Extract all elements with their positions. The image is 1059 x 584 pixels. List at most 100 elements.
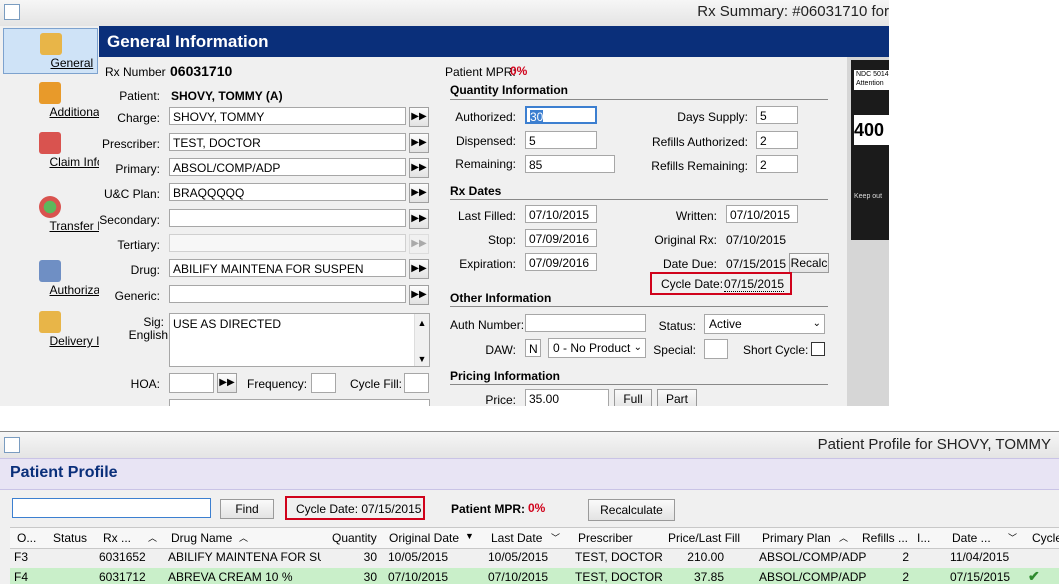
col-date[interactable]: Date ... <box>952 531 991 545</box>
drug-image: NDC 5014 Attention 400 Keep out <box>851 60 889 240</box>
col-status[interactable]: Status <box>53 531 87 545</box>
primary-field[interactable]: ABSOL/COMP/ADP <box>169 158 406 176</box>
nav-transfer-information[interactable]: Transfer Information <box>3 196 157 248</box>
daw-value: 0 - No Product <box>553 341 631 355</box>
status-select[interactable]: Active ⌄ <box>704 314 825 334</box>
tertiary-field[interactable] <box>169 234 406 252</box>
written-field[interactable]: 07/10/2015 <box>726 205 798 223</box>
col-original-date[interactable]: Original Date <box>389 531 459 545</box>
full-button[interactable]: Full <box>614 389 652 406</box>
patient-profile-header: Patient Profile <box>0 458 1059 490</box>
cell-orig-date: 10/05/2015 <box>388 550 449 564</box>
patient-value: SHOVY, TOMMY (A) <box>171 89 283 103</box>
generic-field[interactable] <box>169 285 406 303</box>
cycle-date-value[interactable]: 07/15/2015 <box>724 277 785 292</box>
secondary-lookup-button[interactable]: ▶▶ <box>409 209 429 229</box>
cell-last-date: 10/05/2015 <box>488 550 549 564</box>
col-i[interactable]: I... <box>917 531 930 545</box>
sig-textarea[interactable]: USE AS DIRECTED ▲ ▼ <box>169 313 430 367</box>
charge-lookup-button[interactable]: ▶▶ <box>409 107 429 127</box>
secondary-field[interactable] <box>169 209 406 227</box>
cell-plan: ABSOL/COMP/ADP <box>759 570 867 584</box>
recalculate-button[interactable]: Recalculate <box>588 499 675 521</box>
generic-lookup-button[interactable]: ▶▶ <box>409 285 429 305</box>
last-filled-field[interactable]: 07/10/2015 <box>525 205 597 223</box>
left-navigation: General Additional Claim Information Tra… <box>0 26 157 406</box>
cell-date: 07/15/2015 <box>950 570 1011 584</box>
cycle-fill-label: Cycle Fill: <box>350 377 403 391</box>
hoa-field[interactable] <box>169 373 214 393</box>
hoa-label: HOA: <box>130 377 160 391</box>
prescriber-lookup-button[interactable]: ▶▶ <box>409 133 429 153</box>
profile-cycle-date: Cycle Date: 07/15/2015 <box>296 502 422 516</box>
quantity-divider <box>450 99 828 100</box>
col-drug-name[interactable]: Drug Name <box>171 531 232 545</box>
table-row[interactable]: F3 6031652 ABILIFY MAINTENA FOR SUSPEN 3… <box>10 548 1059 568</box>
remaining-label: Remaining: <box>455 157 516 171</box>
extra-field[interactable] <box>169 399 430 406</box>
special-field[interactable] <box>704 339 728 359</box>
quantity-information-title: Quantity Information <box>450 83 568 97</box>
days-supply-field[interactable]: 5 <box>756 106 798 124</box>
daw-label: DAW: <box>485 343 516 357</box>
hoa-lookup-button[interactable]: ▶▶ <box>217 373 237 393</box>
tertiary-lookup-button[interactable]: ▶▶ <box>409 234 429 254</box>
refills-remaining-label: Refills Remaining: <box>651 159 748 173</box>
expiration-field[interactable]: 07/09/2016 <box>525 253 597 271</box>
nav-additional[interactable]: Additional <box>3 82 102 122</box>
frequency-field[interactable] <box>311 373 336 393</box>
col-rx[interactable]: Rx ... <box>103 531 131 545</box>
last-filled-label: Last Filled: <box>457 209 516 223</box>
rx-dates-divider <box>450 199 828 200</box>
remaining-field[interactable]: 85 <box>525 155 615 173</box>
dispensed-field[interactable]: 5 <box>525 131 597 149</box>
cell-o: F4 <box>14 570 29 584</box>
table-row[interactable]: F4 6031712 ABREVA CREAM 10 % 30 07/10/20… <box>10 568 1059 584</box>
primary-lookup-button[interactable]: ▶▶ <box>409 158 429 178</box>
col-prescriber[interactable]: Prescriber <box>578 531 633 545</box>
sort-icon: ﹀ <box>551 533 561 543</box>
find-button[interactable]: Find <box>220 499 274 519</box>
cell-prescriber: TEST, DOCTOR <box>575 550 663 564</box>
price-field[interactable]: 35.00 <box>525 389 609 406</box>
english-label: English <box>128 328 168 342</box>
part-button[interactable]: Part <box>657 389 697 406</box>
drug-image-attention: Attention <box>856 80 884 87</box>
rx-summary-titlebar: Rx Summary: #06031710 for <box>0 0 889 27</box>
profile-search-input[interactable] <box>12 498 211 518</box>
col-o[interactable]: O... <box>17 531 36 545</box>
profile-grid: O... Status Rx ... ︿ Drug Name ︿ Quantit… <box>10 527 1059 584</box>
daw-select[interactable]: 0 - No Product ⌄ <box>548 338 646 358</box>
cell-last-date: 07/10/2015 <box>488 570 549 584</box>
drug-field[interactable]: ABILIFY MAINTENA FOR SUSPEN <box>169 259 406 277</box>
nav-general[interactable]: General <box>3 28 98 74</box>
prescriber-field[interactable]: TEST, DOCTOR <box>169 133 406 151</box>
uc-plan-lookup-button[interactable]: ▶▶ <box>409 183 429 203</box>
col-price-last-fill[interactable]: Price/Last Fill <box>668 531 740 545</box>
short-cycle-checkbox[interactable] <box>811 342 825 356</box>
auth-number-field[interactable] <box>525 314 646 332</box>
daw-code-field[interactable]: N <box>525 339 541 357</box>
nav-delivery-information[interactable]: Delivery Information <box>3 311 156 363</box>
refills-authorized-field[interactable]: 2 <box>756 131 798 149</box>
nav-authorization[interactable]: Authorization <box>3 260 120 300</box>
sig-scrollbar[interactable]: ▲ ▼ <box>414 314 429 366</box>
header-title: General Information <box>107 32 269 51</box>
col-quantity[interactable]: Quantity <box>332 531 377 545</box>
stop-field[interactable]: 07/09/2016 <box>525 229 597 247</box>
uc-plan-field[interactable]: BRAQQQQQ <box>169 183 406 201</box>
patient-profile-window: Patient Profile for SHOVY, TOMMY Patient… <box>0 431 1059 584</box>
charge-field[interactable]: SHOVY, TOMMY <box>169 107 406 125</box>
drug-lookup-button[interactable]: ▶▶ <box>409 259 429 279</box>
authorized-field[interactable]: 30 <box>525 106 597 124</box>
col-last-date[interactable]: Last Date <box>491 531 542 545</box>
cycle-fill-field[interactable] <box>404 373 429 393</box>
col-refills[interactable]: Refills ... <box>862 531 908 545</box>
pill-bottle-icon <box>38 82 61 104</box>
refills-remaining-field[interactable]: 2 <box>756 155 798 173</box>
recalc-button[interactable]: Recalc <box>789 253 829 273</box>
nav-claim-information[interactable]: Claim Information <box>3 132 144 184</box>
col-primary-plan[interactable]: Primary Plan <box>762 531 831 545</box>
primary-label: Primary: <box>115 162 160 176</box>
col-cycle[interactable]: Cycle <box>1032 531 1059 545</box>
